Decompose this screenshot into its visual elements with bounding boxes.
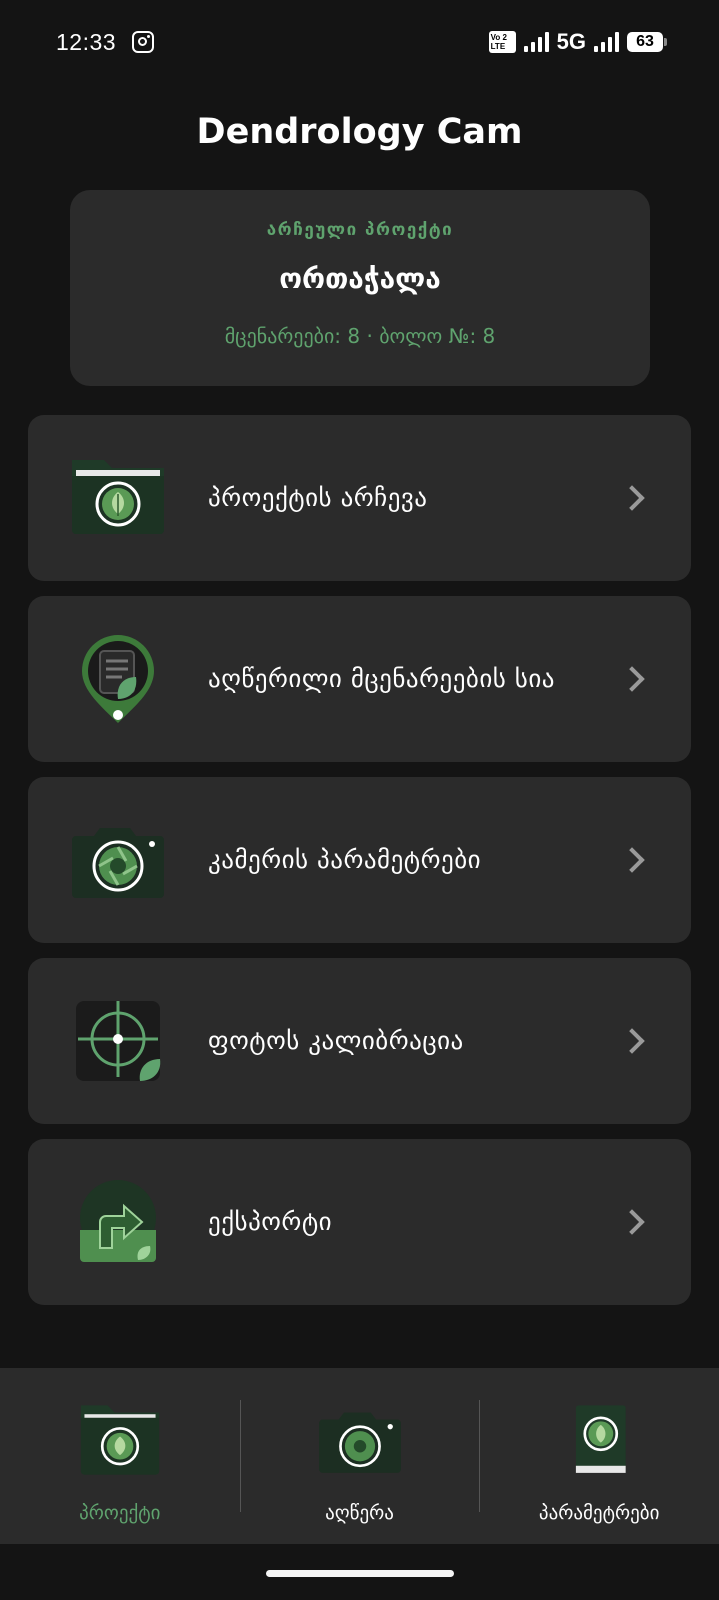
- volte-icon: Vo 2 LTE: [488, 31, 516, 53]
- menu-label: ექსპორტი: [208, 1207, 333, 1236]
- menu-item-camera-settings[interactable]: კამერის პარამეტრები: [28, 777, 691, 943]
- tab-settings[interactable]: პარამეტრები: [479, 1368, 719, 1544]
- chevron-right-icon: [619, 847, 645, 873]
- crosshair-leaf-icon: [76, 1001, 161, 1081]
- selected-project-card: არჩეული პროექტი ორთაჭალა მცენარეები: 8 ·…: [70, 190, 650, 386]
- volte-bottom-text: LTE: [490, 42, 506, 51]
- folder-leaf-icon: [80, 1405, 159, 1475]
- menu-label: აღწერილი მცენარეების სია: [208, 664, 555, 693]
- signal-icon: [594, 32, 619, 52]
- chevron-right-icon: [619, 666, 645, 692]
- menu-item-export[interactable]: ექსპორტი: [28, 1139, 691, 1305]
- tab-project[interactable]: პროექტი: [0, 1368, 240, 1544]
- status-time: 12:33: [56, 28, 117, 55]
- signal-icon: [523, 32, 549, 52]
- menu-label: პროექტის არჩევა: [208, 483, 428, 512]
- tab-label: პროექტი: [79, 1502, 161, 1524]
- instagram-icon: [132, 31, 155, 53]
- menu-item-plant-list[interactable]: აღწერილი მცენარეების სია: [28, 596, 691, 762]
- status-bar: 12:33 Vo 2 LTE 5G 63: [0, 0, 719, 84]
- menu-item-select-project[interactable]: პროექტის არჩევა: [28, 415, 691, 581]
- camera-icon: [318, 1412, 401, 1473]
- app-title: Dendrology Cam: [196, 112, 523, 152]
- folder-leaf-icon: [72, 460, 164, 534]
- menu-item-photo-calibration[interactable]: ფოტოს კალიბრაცია: [28, 958, 691, 1124]
- camera-icon: [72, 828, 164, 898]
- list-pin-leaf-icon: [82, 635, 154, 723]
- project-stats: მცენარეები: 8 · ბოლო №: 8: [224, 324, 496, 348]
- tab-label: პარამეტრები: [538, 1502, 660, 1524]
- menu-label: ფოტოს კალიბრაცია: [208, 1026, 464, 1055]
- tab-describe[interactable]: აღწერა: [239, 1368, 480, 1544]
- chevron-right-icon: [619, 1028, 645, 1054]
- tab-label: აღწერა: [325, 1502, 394, 1524]
- export-arrow-icon: [80, 1180, 156, 1262]
- chevron-right-icon: [619, 1209, 645, 1235]
- home-indicator[interactable]: [266, 1570, 454, 1577]
- project-caption: არჩეული პროექტი: [266, 220, 454, 240]
- status-indicators: Vo 2 LTE 5G 63: [488, 29, 667, 55]
- bottom-nav: პროექტი აღწერა პარამეტრები: [0, 1368, 719, 1544]
- chevron-right-icon: [619, 485, 645, 511]
- menu-label: კამერის პარამეტრები: [208, 845, 482, 874]
- project-name: ორთაჭალა: [279, 262, 441, 295]
- volte-top-text: Vo 2: [490, 33, 507, 42]
- battery-icon: 63: [627, 32, 667, 52]
- book-leaf-icon: [576, 1405, 626, 1473]
- network-type: 5G: [556, 29, 586, 54]
